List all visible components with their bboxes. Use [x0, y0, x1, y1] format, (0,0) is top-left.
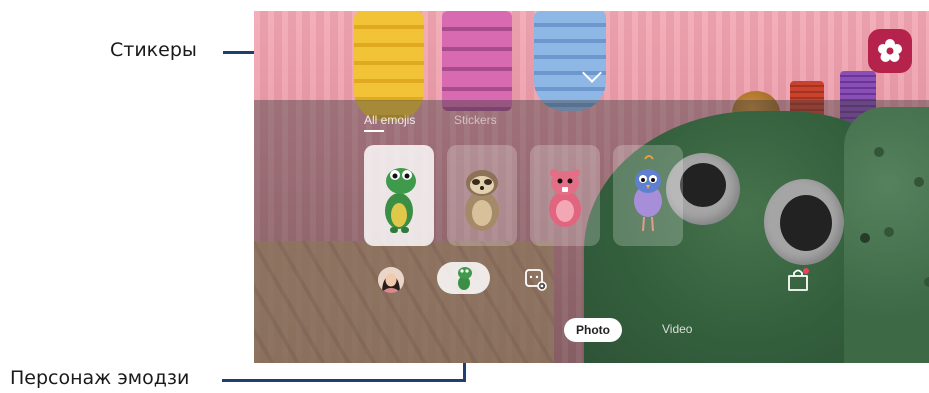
callout-stickers: Стикеры: [110, 39, 197, 61]
tab-all-emojis[interactable]: All emojis: [364, 113, 415, 127]
my-emoji-avatar-button[interactable]: [378, 267, 404, 293]
callout-emoji-character: Персонаж эмодзи: [10, 367, 190, 389]
bird-sticker-image: [634, 155, 662, 232]
tab-stickers[interactable]: Stickers: [454, 113, 497, 127]
callout-line-character-h: [222, 379, 466, 382]
sticker-purple-bird[interactable]: [613, 145, 683, 246]
mode-video-button[interactable]: Video: [662, 322, 692, 336]
sloth-sticker-image: [465, 170, 499, 231]
camera-screen: All emojis Stickers Photo Video: [254, 11, 929, 363]
hamster-sticker-image: [549, 169, 581, 227]
avatar: [378, 267, 404, 293]
sticker-settings-icon[interactable]: [524, 268, 548, 292]
flower-icon: [878, 39, 902, 62]
mode-photo-button[interactable]: Photo: [564, 318, 622, 342]
sticker-pink-hamster[interactable]: [530, 145, 600, 246]
dino-sticker-image: [385, 168, 416, 233]
shopping-bag-icon[interactable]: [786, 267, 810, 293]
dino-character-icon: [457, 267, 472, 290]
tab-active-indicator: [364, 130, 384, 132]
sticker-sloth[interactable]: [447, 145, 517, 246]
emoji-character-button[interactable]: [437, 262, 490, 294]
fabric-roll-blue: [534, 11, 606, 111]
effects-button[interactable]: [868, 29, 912, 73]
sticker-dino[interactable]: [364, 145, 434, 246]
fabric-roll-purple: [442, 11, 512, 111]
